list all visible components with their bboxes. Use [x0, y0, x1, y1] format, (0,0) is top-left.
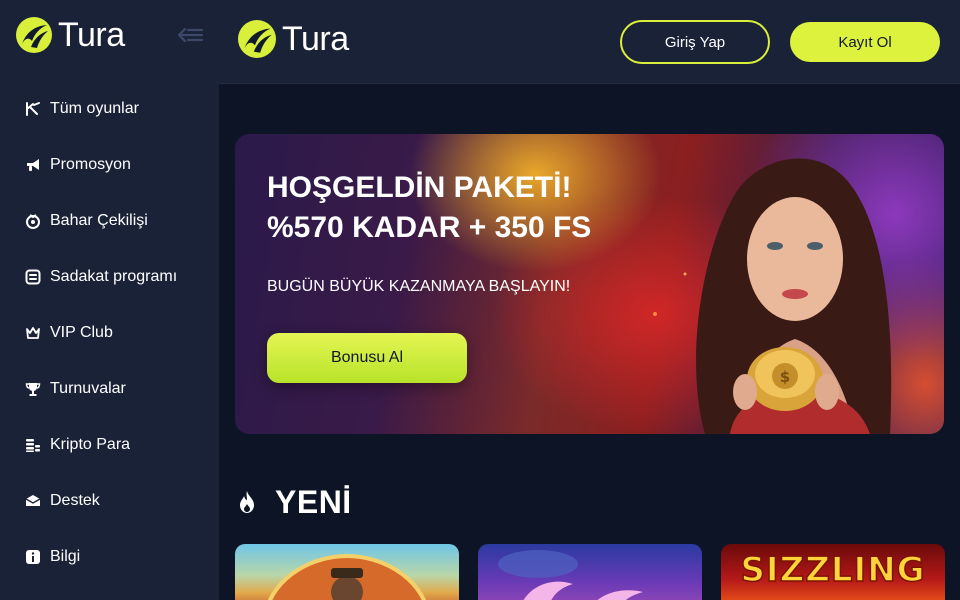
sidebar-item-crypto[interactable]: Kripto Para	[0, 417, 219, 473]
sidebar-item-loyalty[interactable]: Sadakat programı	[0, 249, 219, 305]
lottery-icon	[25, 213, 41, 229]
support-chat-icon	[25, 493, 41, 509]
claim-bonus-button[interactable]: Bonusu Al	[267, 333, 467, 383]
sidebar-item-label: Tüm oyunlar	[50, 100, 139, 117]
info-icon	[25, 549, 41, 565]
header-logo[interactable]: Tura	[238, 20, 349, 58]
sidebar-item-label: VIP Club	[50, 324, 113, 341]
trophy-icon	[25, 381, 41, 397]
sidebar-item-label: Sadakat programı	[50, 268, 178, 285]
new-games-row: SIZZLING	[235, 544, 945, 600]
main-content: $ HOŞGELDİN PAKETİ! %570 KADAR + 350 FS …	[219, 85, 960, 600]
sidebar: Tura Tüm oyunlar Promosyon Bahar Çekiliş…	[0, 0, 219, 600]
svg-text:$: $	[780, 368, 790, 386]
new-games-header: YENİ	[235, 482, 352, 522]
sidebar-item-label: Turnuvalar	[50, 380, 126, 397]
sidebar-item-spring-draw[interactable]: Bahar Çekilişi	[0, 193, 219, 249]
tura-logo-icon	[16, 17, 52, 53]
sidebar-item-tournaments[interactable]: Turnuvalar	[0, 361, 219, 417]
sidebar-item-info[interactable]: Bilgi	[0, 529, 219, 585]
game-card[interactable]	[235, 544, 459, 600]
banner-hero-image: $	[653, 158, 892, 434]
logo-text: Tura	[58, 16, 125, 54]
sidebar-item-support[interactable]: Destek	[0, 473, 219, 529]
login-button[interactable]: Giriş Yap	[620, 20, 770, 64]
sidebar-item-label: Promosyon	[50, 156, 131, 173]
crypto-coins-icon	[25, 437, 41, 453]
collapse-sidebar-button[interactable]	[178, 24, 204, 46]
register-button[interactable]: Kayıt Ol	[790, 22, 940, 62]
flame-icon	[240, 491, 254, 513]
sidebar-item-all-games[interactable]: Tüm oyunlar	[0, 81, 219, 137]
game-card[interactable]: SIZZLING	[721, 544, 945, 600]
sidebar-item-label: Bilgi	[50, 548, 81, 565]
section-title-new: YENİ	[275, 483, 352, 520]
megaphone-icon	[25, 157, 41, 173]
logo-text: Tura	[282, 20, 349, 58]
collapse-arrow-icon	[178, 27, 204, 43]
banner-title-line1: HOŞGELDİN PAKETİ!	[267, 171, 572, 204]
banner-title-line2: %570 KADAR + 350 FS	[267, 211, 592, 244]
loyalty-icon	[25, 269, 41, 285]
sidebar-item-label: Bahar Çekilişi	[50, 212, 148, 229]
top-header: Tura Giriş Yap Kayıt Ol	[219, 0, 960, 84]
game-thumbnail-image	[268, 553, 426, 600]
welcome-banner[interactable]: $ HOŞGELDİN PAKETİ! %570 KADAR + 350 FS …	[235, 134, 944, 434]
game-thumbnail-image	[498, 550, 643, 600]
banner-title: HOŞGELDİN PAKETİ! %570 KADAR + 350 FS	[267, 168, 591, 248]
sidebar-logo[interactable]: Tura	[16, 16, 125, 54]
sidebar-item-vip-club[interactable]: VIP Club	[0, 305, 219, 361]
game-card[interactable]	[478, 544, 702, 600]
game-title: SIZZLING	[740, 549, 926, 591]
all-games-icon	[25, 101, 41, 117]
banner-subtitle: BUGÜN BÜYÜK KAZANMAYA BAŞLAYIN!	[267, 278, 571, 295]
sidebar-item-label: Destek	[50, 492, 100, 509]
tura-logo-icon	[238, 20, 276, 58]
sidebar-nav: Tüm oyunlar Promosyon Bahar Çekilişi Sad…	[0, 81, 219, 585]
crown-icon	[25, 325, 41, 341]
sidebar-item-promotions[interactable]: Promosyon	[0, 137, 219, 193]
sidebar-item-label: Kripto Para	[50, 436, 131, 453]
